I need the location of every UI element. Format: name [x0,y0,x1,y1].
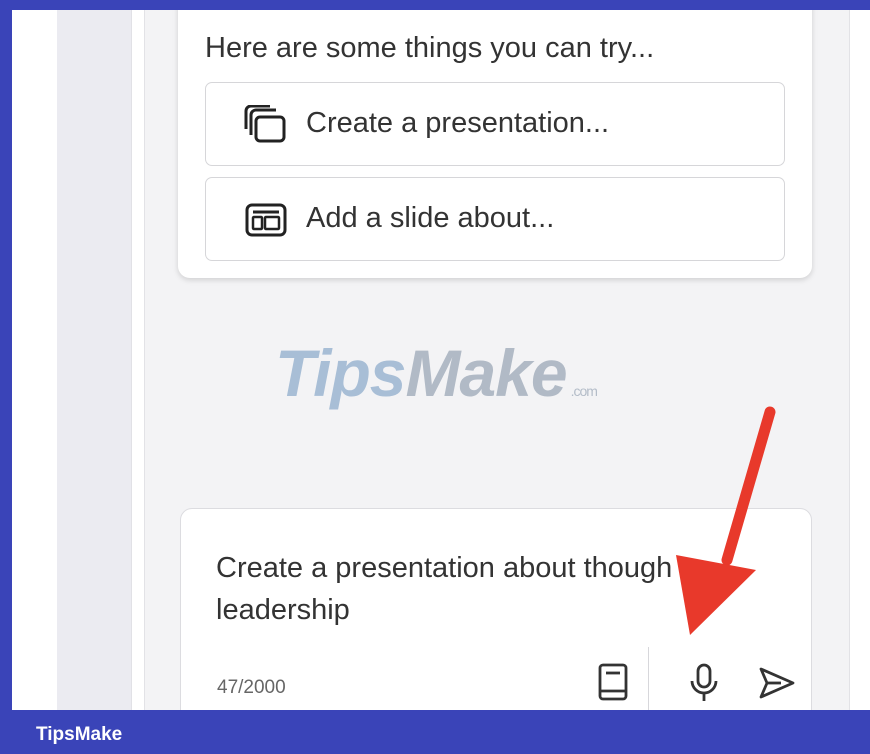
footer-label: TipsMake [36,724,123,745]
send-icon[interactable] [757,661,797,705]
watermark-logo: TipsMake .com [275,336,598,410]
suggestions-heading: Here are some things you can try... [205,32,655,64]
notebook-icon[interactable] [593,661,633,705]
suggestion-label: Add a slide about... [306,202,555,234]
slide-layout-icon [245,203,287,237]
prompt-input[interactable]: Create a presentation about though leade… [216,547,696,631]
suggestion-label: Create a presentation... [306,107,610,139]
footer-bar: TipsMake [0,710,870,754]
left-sidebar [57,10,132,710]
suggestion-add-slide[interactable]: Add a slide about... [205,177,785,261]
suggestions-card: Here are some things you can try... Crea… [178,10,812,278]
character-counter: 47/2000 [217,677,286,698]
toolbar-divider [648,647,649,710]
prompt-line: leadership [216,594,350,626]
copy-presentation-icon [244,105,286,143]
microphone-icon[interactable] [684,661,724,705]
compose-box[interactable]: Create a presentation about though leade… [180,508,812,710]
suggestion-create-presentation[interactable]: Create a presentation... [205,82,785,166]
prompt-line: Create a presentation about though [216,552,673,584]
